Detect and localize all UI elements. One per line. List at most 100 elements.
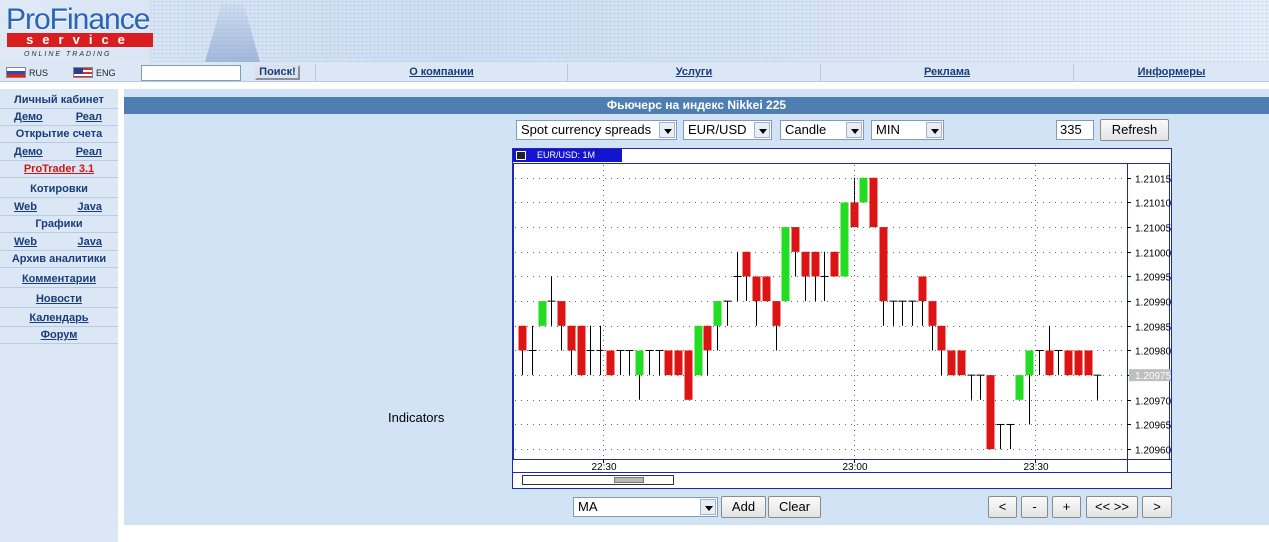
sidebar-link-quotes-web[interactable]: Web (14, 199, 37, 216)
nav-item-ads[interactable]: Реклама (820, 64, 1073, 81)
nav-link-about[interactable]: О компании (409, 66, 474, 78)
sidebar-link-account-real[interactable]: Реал (76, 144, 102, 161)
sidebar-link-comments[interactable]: Комментарии (22, 273, 96, 285)
source-select-value: Spot currency spreads (521, 122, 652, 137)
sidebar-item-comments[interactable]: Комментарии (0, 271, 118, 288)
nav-item-informers[interactable]: Информеры (1073, 64, 1269, 81)
y-tick-label: 1.20990 (1135, 298, 1171, 309)
candle-body (859, 177, 868, 203)
candle-body (567, 325, 576, 351)
candle-body (635, 350, 644, 376)
symbol-select-value: EUR/USD (688, 122, 747, 137)
candle-body (791, 227, 800, 252)
chart-caption-label: EUR/USD: 1M (537, 150, 596, 160)
search-button[interactable]: Поиск! (255, 65, 300, 80)
sidebar-link-charts-web[interactable]: Web (14, 234, 37, 251)
y-tick-label: 1.20965 (1135, 421, 1171, 432)
sidebar-item-news[interactable]: Новости (0, 291, 118, 308)
indicator-select-value: MA (578, 499, 598, 514)
chart-scrollbar[interactable] (522, 475, 674, 485)
search-input[interactable] (141, 65, 241, 81)
nav-item-about[interactable]: О компании (315, 64, 567, 81)
chart-type-select[interactable]: Candle (780, 120, 864, 140)
page-title: Фьючерс на индекс Nikkei 225 (124, 97, 1269, 114)
y-tick-label: 1.20960 (1135, 446, 1171, 457)
lang-en-label: ENG (96, 67, 116, 78)
candle-body (684, 350, 693, 400)
sidebar-item-calendar[interactable]: Календарь (0, 310, 118, 327)
chart-caption: EUR/USD: 1M (513, 149, 622, 162)
candle-body (742, 251, 751, 277)
chevron-down-icon[interactable] (926, 122, 942, 138)
y-tick-label: 1.20980 (1135, 347, 1171, 358)
clear-indicators-button[interactable]: Clear (768, 496, 821, 518)
interval-select[interactable]: MIN (871, 120, 944, 140)
profinance-logo[interactable]: ProFinance service ONLINE TRADING (6, 5, 156, 62)
sidebar-link-charts-java[interactable]: Java (78, 234, 102, 251)
zoom-in-button[interactable]: + (1052, 496, 1081, 518)
candle-body (869, 177, 878, 228)
candle-body (928, 301, 937, 326)
bar-count-input[interactable]: 335 (1056, 120, 1094, 140)
chevron-down-icon[interactable] (700, 499, 716, 515)
scroll-right-button[interactable]: > (1142, 496, 1172, 518)
candle-body (840, 202, 849, 277)
sidebar-link-quotes-java[interactable]: Java (78, 199, 102, 216)
candle-body (538, 301, 547, 326)
candle-body (674, 350, 683, 376)
zoom-out-button[interactable]: - (1021, 496, 1048, 518)
logo-service: service (7, 33, 153, 47)
fit-all-button[interactable]: << >> (1086, 496, 1138, 518)
candle-body (577, 325, 586, 376)
sidebar-link-cabinet-real[interactable]: Реал (76, 109, 102, 126)
site-header: ProFinance service ONLINE TRADING (0, 0, 1269, 62)
nav-link-ads[interactable]: Реклама (924, 66, 970, 78)
sidebar-link-forum[interactable]: Форум (41, 329, 78, 341)
sidebar-row-charts-links: Web Java (0, 234, 118, 251)
source-select[interactable]: Spot currency spreads (516, 120, 677, 140)
x-tick-label: 23:00 (843, 462, 868, 473)
nav-item-services[interactable]: Услуги (567, 64, 820, 81)
nav-link-services[interactable]: Услуги (676, 66, 713, 78)
sidebar-link-calendar[interactable]: Календарь (29, 312, 88, 324)
candle-body (703, 325, 712, 351)
sidebar-heading-cabinet: Личный кабинет (0, 92, 118, 109)
candle-body (957, 350, 966, 376)
y-tick-label: 1.21010 (1135, 199, 1171, 210)
refresh-button[interactable]: Refresh (1100, 119, 1169, 141)
candle-body (762, 276, 771, 302)
chevron-down-icon[interactable] (659, 122, 675, 138)
chart-scroll-thumb[interactable] (614, 477, 644, 483)
sidebar-link-cabinet-demo[interactable]: Демо (14, 109, 43, 126)
candle-body (557, 301, 566, 326)
current-price-label: 1.20975 (1135, 371, 1171, 382)
nav-link-informers[interactable]: Информеры (1138, 66, 1206, 78)
candle-body (811, 251, 820, 277)
price-chart[interactable]: 1.21015 1.21010 1.21005 1.21000 1.20995 1.209… (512, 148, 1172, 489)
sidebar-item-forum[interactable]: Форум (0, 327, 118, 344)
sidebar-link-news[interactable]: Новости (36, 293, 82, 305)
add-indicator-button[interactable]: Add (721, 496, 766, 518)
interval-select-value: MIN (876, 122, 900, 137)
sidebar-link-account-demo[interactable]: Демо (14, 144, 43, 161)
sidebar-link-protrader[interactable]: ProTrader 3.1 (24, 163, 94, 175)
sidebar-row-account-links: Демо Реал (0, 144, 118, 161)
sidebar: Личный кабинет Демо Реал Открытие счета … (0, 89, 118, 542)
symbol-select[interactable]: EUR/USD (683, 120, 772, 140)
y-tick-label: 1.21005 (1135, 224, 1171, 235)
chevron-down-icon[interactable] (754, 122, 770, 138)
lang-ru[interactable]: RUS (6, 67, 48, 78)
candle-body (937, 325, 946, 351)
sidebar-item-protrader[interactable]: ProTrader 3.1 (0, 161, 118, 178)
y-tick-label: 1.20985 (1135, 323, 1171, 334)
candle-body (781, 227, 790, 302)
chevron-down-icon[interactable] (846, 122, 862, 138)
chart-canvas: 1.21015 1.21010 1.21005 1.21000 1.20995 1.209… (513, 163, 1171, 473)
candle-body (694, 325, 703, 376)
scroll-left-button[interactable]: < (988, 496, 1017, 518)
y-tick-label: 1.20970 (1135, 397, 1171, 408)
lang-en[interactable]: ENG (73, 67, 116, 78)
sidebar-row-cabinet-links: Демо Реал (0, 109, 118, 126)
chart-type-select-value: Candle (785, 122, 827, 137)
indicator-select[interactable]: MA (573, 497, 718, 517)
